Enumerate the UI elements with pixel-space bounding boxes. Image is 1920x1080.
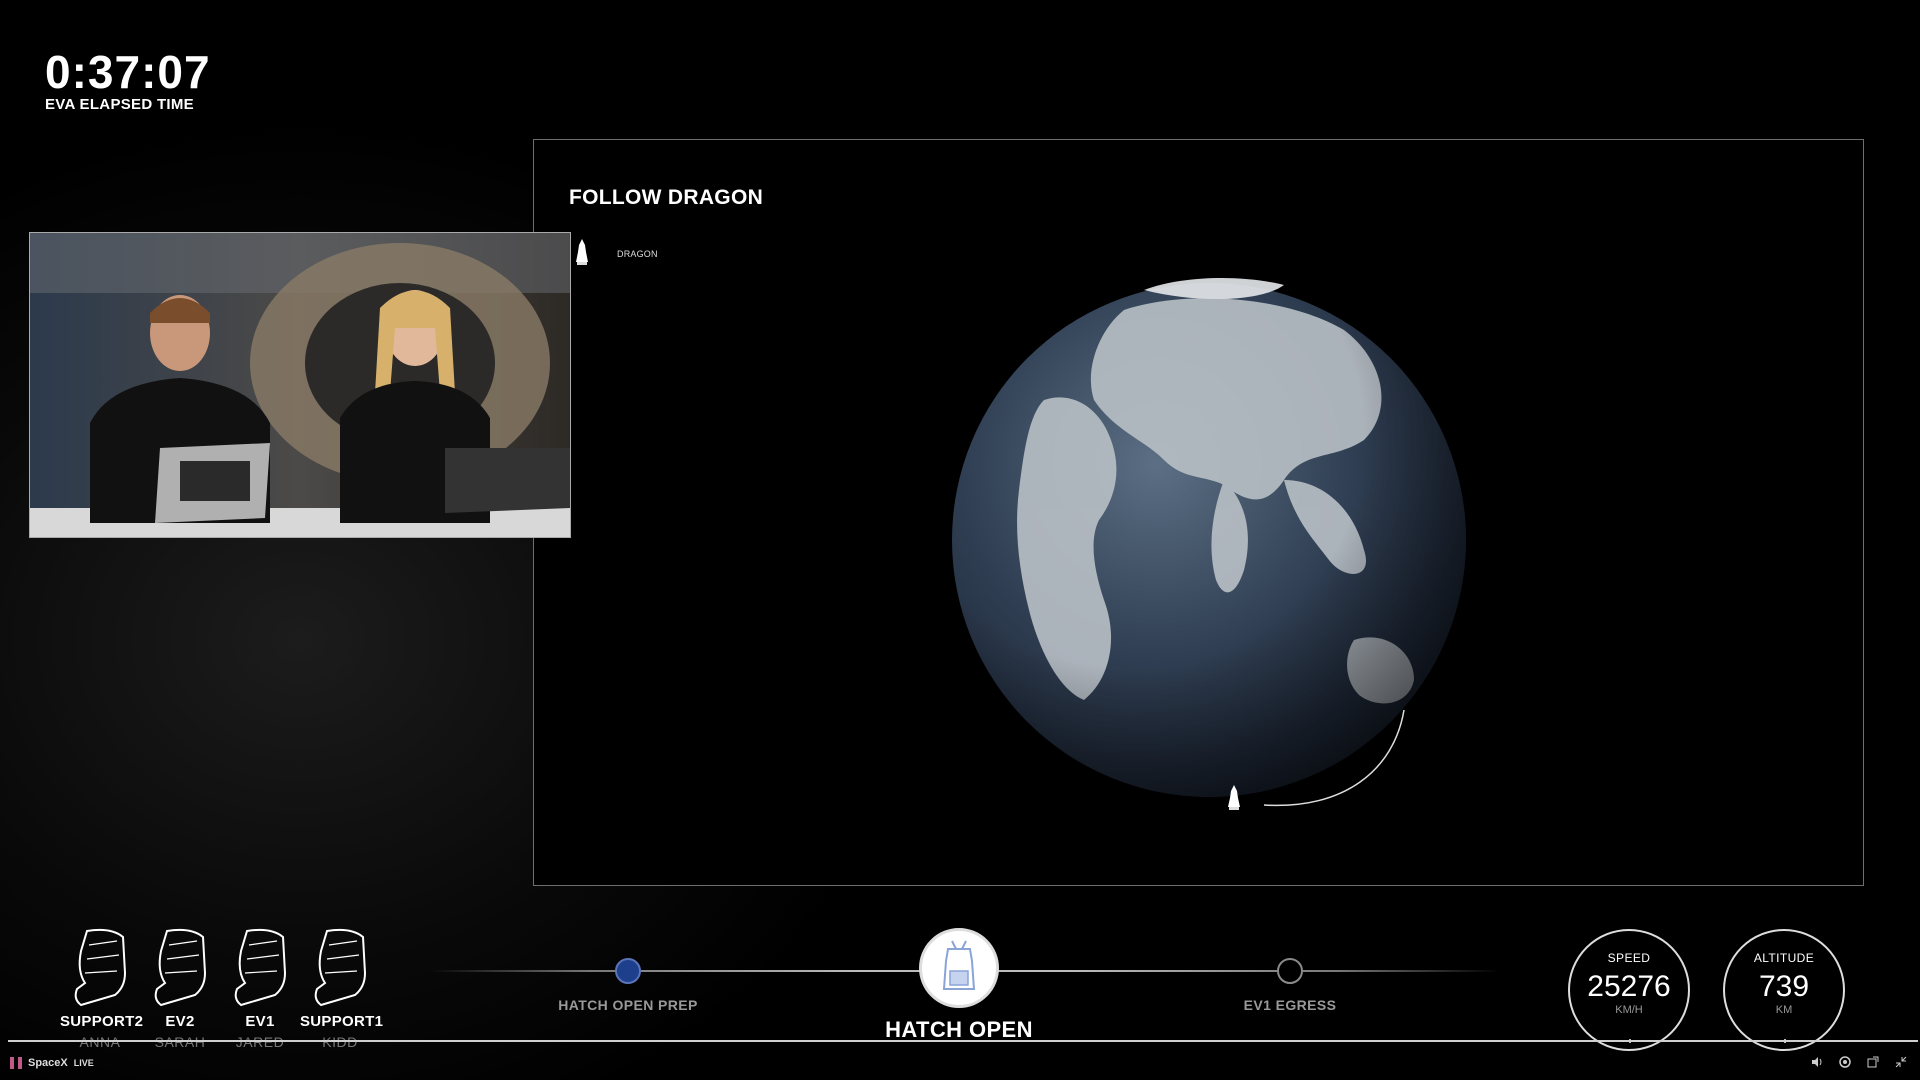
timeline-node-hatch-open[interactable] <box>919 928 999 1008</box>
altitude-unit: KM <box>1775 1004 1793 1016</box>
fullscreen-exit-icon[interactable] <box>1894 1055 1908 1069</box>
speed-label: SPEED <box>1607 951 1651 965</box>
live-badge: LIVE <box>73 1058 94 1068</box>
timeline-label-hatch-open-prep: HATCH OPEN PREP <box>558 997 698 1013</box>
speed-unit: KM/H <box>1615 1004 1643 1016</box>
live-camera-feed[interactable] <box>29 232 571 538</box>
crew-name: SARAH <box>154 1034 206 1050</box>
player-brand: SpaceX LIVE <box>10 1057 94 1069</box>
volume-icon[interactable] <box>1810 1055 1824 1069</box>
video-progress-bar[interactable] <box>8 1040 1918 1042</box>
altitude-label: ALTITUDE <box>1753 951 1815 965</box>
dragon-capsule-icon <box>576 239 588 265</box>
altitude-value: 739 <box>1758 970 1810 1003</box>
follow-dragon-panel: FOLLOW DRAGON DRAGON <box>533 139 1864 886</box>
earth-globe[interactable] <box>924 250 1484 810</box>
crew-name: JARED <box>235 1034 285 1050</box>
seat-icon <box>74 928 127 1007</box>
camera-feed-image <box>30 233 570 537</box>
speed-gauge: SPEED 25276 KM/H <box>1568 929 1690 1051</box>
crew-roster: SUPPORT2 ANNA EV2 SARAH EV1 JARED SUPPOR… <box>60 925 384 1050</box>
elapsed-time-label: EVA ELAPSED TIME <box>45 96 194 113</box>
crew-role: SUPPORT1 <box>300 1013 384 1030</box>
brand-name: SpaceX <box>28 1057 68 1069</box>
timeline-node-ev1-egress[interactable] <box>1277 958 1303 984</box>
altitude-gauge: ALTITUDE 739 KM <box>1723 929 1845 1051</box>
seat-icon <box>234 928 287 1007</box>
pause-icon[interactable] <box>10 1057 22 1069</box>
crew-role: EV1 <box>245 1013 275 1030</box>
eva-elapsed-timer: 0:37:07 EVA ELAPSED TIME <box>45 48 211 113</box>
panel-title: FOLLOW DRAGON <box>569 186 764 209</box>
hatch-icon <box>942 940 976 990</box>
crew-member: SUPPORT1 KIDD <box>300 925 384 1050</box>
legend-label: DRAGON <box>617 249 658 259</box>
seat-icon <box>314 928 367 1007</box>
crew-role: EV2 <box>165 1013 195 1030</box>
settings-icon[interactable] <box>1838 1055 1852 1069</box>
crew-name: KIDD <box>322 1034 358 1050</box>
crew-member: SUPPORT2 ANNA <box>60 925 144 1050</box>
crew-role: SUPPORT2 <box>60 1013 144 1030</box>
seat-icon <box>154 928 207 1007</box>
timeline-label-ev1-egress: EV1 EGRESS <box>1243 997 1337 1013</box>
speed-value: 25276 <box>1587 970 1671 1003</box>
crew-member: EV2 SARAH <box>140 925 220 1050</box>
crew-name: ANNA <box>79 1034 121 1050</box>
player-controls <box>1810 1055 1908 1069</box>
elapsed-time-value: 0:37:07 <box>45 46 211 98</box>
popout-icon[interactable] <box>1866 1055 1880 1069</box>
crew-member: EV1 JARED <box>220 925 300 1050</box>
timeline-node-hatch-open-prep[interactable] <box>615 958 641 984</box>
